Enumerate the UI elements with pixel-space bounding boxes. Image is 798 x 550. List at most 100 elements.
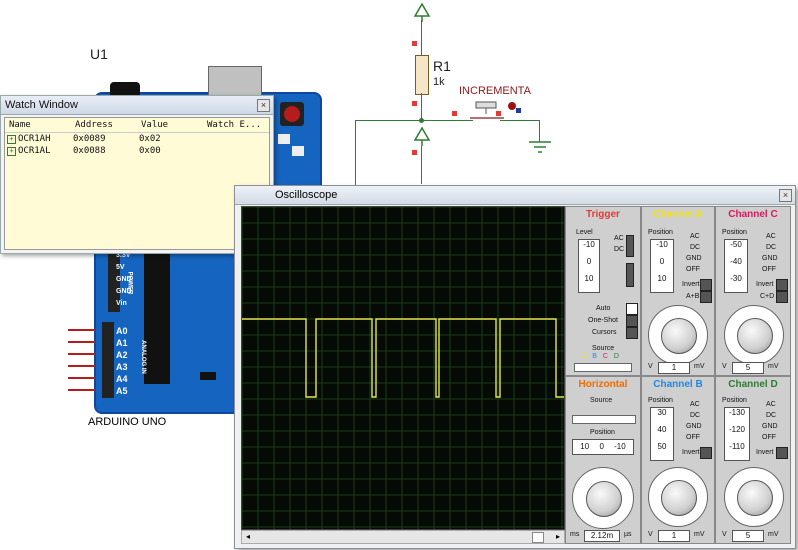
channel-b-invert-button[interactable]: [700, 447, 712, 459]
horizontal-scale-dial[interactable]: [572, 467, 634, 529]
scope-horizontal-scrollbar[interactable]: ◂ ▸: [241, 530, 565, 544]
close-icon[interactable]: ×: [779, 189, 792, 202]
trigger-source-a[interactable]: A: [582, 353, 586, 360]
channel-d-mode[interactable]: DC: [766, 412, 776, 419]
channel-b-mode[interactable]: OFF: [686, 434, 700, 441]
trigger-level-value: 0: [586, 257, 592, 266]
table-row[interactable]: + OCR1AH 0x0089 0x02: [5, 133, 269, 145]
horizontal-source-slider[interactable]: [572, 415, 636, 424]
col-value[interactable]: Value: [137, 118, 203, 132]
channel-d-mode[interactable]: AC: [766, 401, 776, 408]
channel-a-mode[interactable]: DC: [690, 244, 700, 251]
close-icon[interactable]: ×: [257, 99, 270, 112]
trigger-level-value: -10: [583, 240, 595, 249]
watch-table-header: Name Address Value Watch E...: [5, 118, 269, 133]
ground-icon: [529, 141, 551, 153]
expand-icon[interactable]: +: [7, 135, 16, 144]
col-watch-expression[interactable]: Watch E...: [203, 118, 267, 132]
channel-b-invert-label: Invert: [682, 449, 700, 456]
oscilloscope-title: Oscilloscope: [275, 189, 338, 201]
oscilloscope-titlebar[interactable]: Oscilloscope ×: [235, 186, 795, 205]
table-row[interactable]: + OCR1AL 0x0088 0x00: [5, 145, 269, 157]
channel-a-combine-button[interactable]: [700, 291, 712, 303]
watch-window-title: Watch Window: [5, 99, 78, 111]
channel-a-mode[interactable]: OFF: [686, 266, 700, 273]
watch-window[interactable]: Watch Window × Name Address Value Watch …: [0, 95, 274, 254]
resistor-r1[interactable]: [415, 55, 429, 95]
power-terminal-icon[interactable]: [412, 2, 432, 22]
horizontal-scale-value: 2.12m: [584, 530, 620, 542]
trigger-cursors-button[interactable]: [626, 327, 638, 339]
reset-button[interactable]: [280, 102, 304, 126]
horizontal-panel: Horizontal Source Position 10 0 -10 ms 2…: [565, 376, 641, 544]
channel-b-scale-dial[interactable]: [648, 467, 708, 527]
trigger-source-slider[interactable]: [574, 363, 632, 372]
expand-icon[interactable]: +: [7, 147, 16, 156]
channel-a-position-display[interactable]: -10 0 10: [650, 239, 674, 293]
channel-b-mode[interactable]: DC: [690, 412, 700, 419]
horizontal-value: 10: [580, 442, 590, 451]
row-address: 0x0089: [73, 134, 106, 144]
trigger-source-d[interactable]: D: [614, 353, 619, 360]
channel-b-value: 40: [657, 425, 667, 434]
channel-d-scale-unit: V: [722, 531, 727, 538]
horizontal-knob[interactable]: [586, 481, 622, 517]
channel-b-position-label: Position: [648, 397, 673, 404]
channel-a-scale-dial[interactable]: [648, 305, 708, 365]
channel-c-knob[interactable]: [737, 318, 773, 354]
channel-b-position-display[interactable]: 30 40 50: [650, 407, 674, 461]
scope-screen[interactable]: [241, 206, 565, 530]
trigger-oneshot-button[interactable]: [626, 315, 638, 327]
trigger-edge-switch[interactable]: [626, 263, 634, 287]
col-address[interactable]: Address: [71, 118, 137, 132]
power-terminal-icon-2[interactable]: [412, 126, 432, 146]
channel-d-mode[interactable]: GND: [762, 423, 778, 430]
channel-b-mode[interactable]: AC: [690, 401, 700, 408]
analog-pin-a3: A3: [116, 362, 128, 372]
channel-d-knob[interactable]: [737, 480, 773, 516]
channel-d-mode[interactable]: OFF: [762, 434, 776, 441]
channel-b-knob[interactable]: [661, 480, 697, 516]
oscilloscope-window[interactable]: Oscilloscope × ◂ ▸ Trigger Level -10 0 1…: [234, 185, 796, 549]
trigger-source-c[interactable]: C: [603, 353, 608, 360]
channel-a-title: Channel A: [653, 209, 703, 220]
channel-c-scale-dial[interactable]: [724, 305, 784, 365]
channel-d-invert-button[interactable]: [776, 447, 788, 459]
channel-a-mode[interactable]: AC: [690, 233, 700, 240]
channel-b-scale-unit: V: [648, 531, 653, 538]
channel-d-scale-dial[interactable]: [724, 467, 784, 527]
channel-c-invert-button[interactable]: [776, 279, 788, 291]
analog-header: [102, 322, 114, 398]
channel-c-mode[interactable]: AC: [766, 233, 776, 240]
analog-pin-a4: A4: [116, 374, 128, 384]
channel-a-invert-button[interactable]: [700, 279, 712, 291]
trigger-oneshot-label: One-Shot: [588, 317, 618, 324]
channel-d-value: -130: [728, 408, 745, 417]
scope-trace-area: [241, 206, 564, 529]
channel-c-position-display[interactable]: -50 -40 -30: [724, 239, 748, 293]
channel-a-value: -10: [656, 240, 668, 249]
watch-window-titlebar[interactable]: Watch Window ×: [1, 96, 273, 115]
channel-b-title: Channel B: [653, 379, 703, 390]
channel-c-mode[interactable]: DC: [766, 244, 776, 251]
channel-a-mode[interactable]: GND: [686, 255, 702, 262]
channel-a-knob[interactable]: [661, 318, 697, 354]
trigger-level-display[interactable]: -10 0 10: [578, 239, 600, 293]
trigger-panel: Trigger Level -10 0 10 AC DC Auto One-Sh…: [565, 206, 641, 376]
row-value: 0x02: [139, 134, 161, 144]
trigger-source-b[interactable]: B: [592, 353, 597, 360]
horizontal-position-display[interactable]: 10 0 -10: [572, 439, 634, 455]
trigger-source-label: Source: [592, 345, 615, 352]
trigger-coupling-switch[interactable]: [626, 235, 634, 257]
row-address: 0x0088: [73, 146, 106, 156]
channel-c-combine-button[interactable]: [776, 291, 788, 303]
trigger-auto-button[interactable]: [626, 303, 638, 315]
channel-c-combine-label: C+D: [760, 293, 775, 300]
trigger-level-label: Level: [576, 229, 593, 236]
channel-a-scale-value: 1: [658, 362, 690, 374]
channel-c-mode[interactable]: GND: [762, 255, 778, 262]
channel-d-position-display[interactable]: -130 -120 -110: [724, 407, 750, 461]
channel-c-mode[interactable]: OFF: [762, 266, 776, 273]
col-name[interactable]: Name: [5, 118, 71, 132]
channel-b-mode[interactable]: GND: [686, 423, 702, 430]
